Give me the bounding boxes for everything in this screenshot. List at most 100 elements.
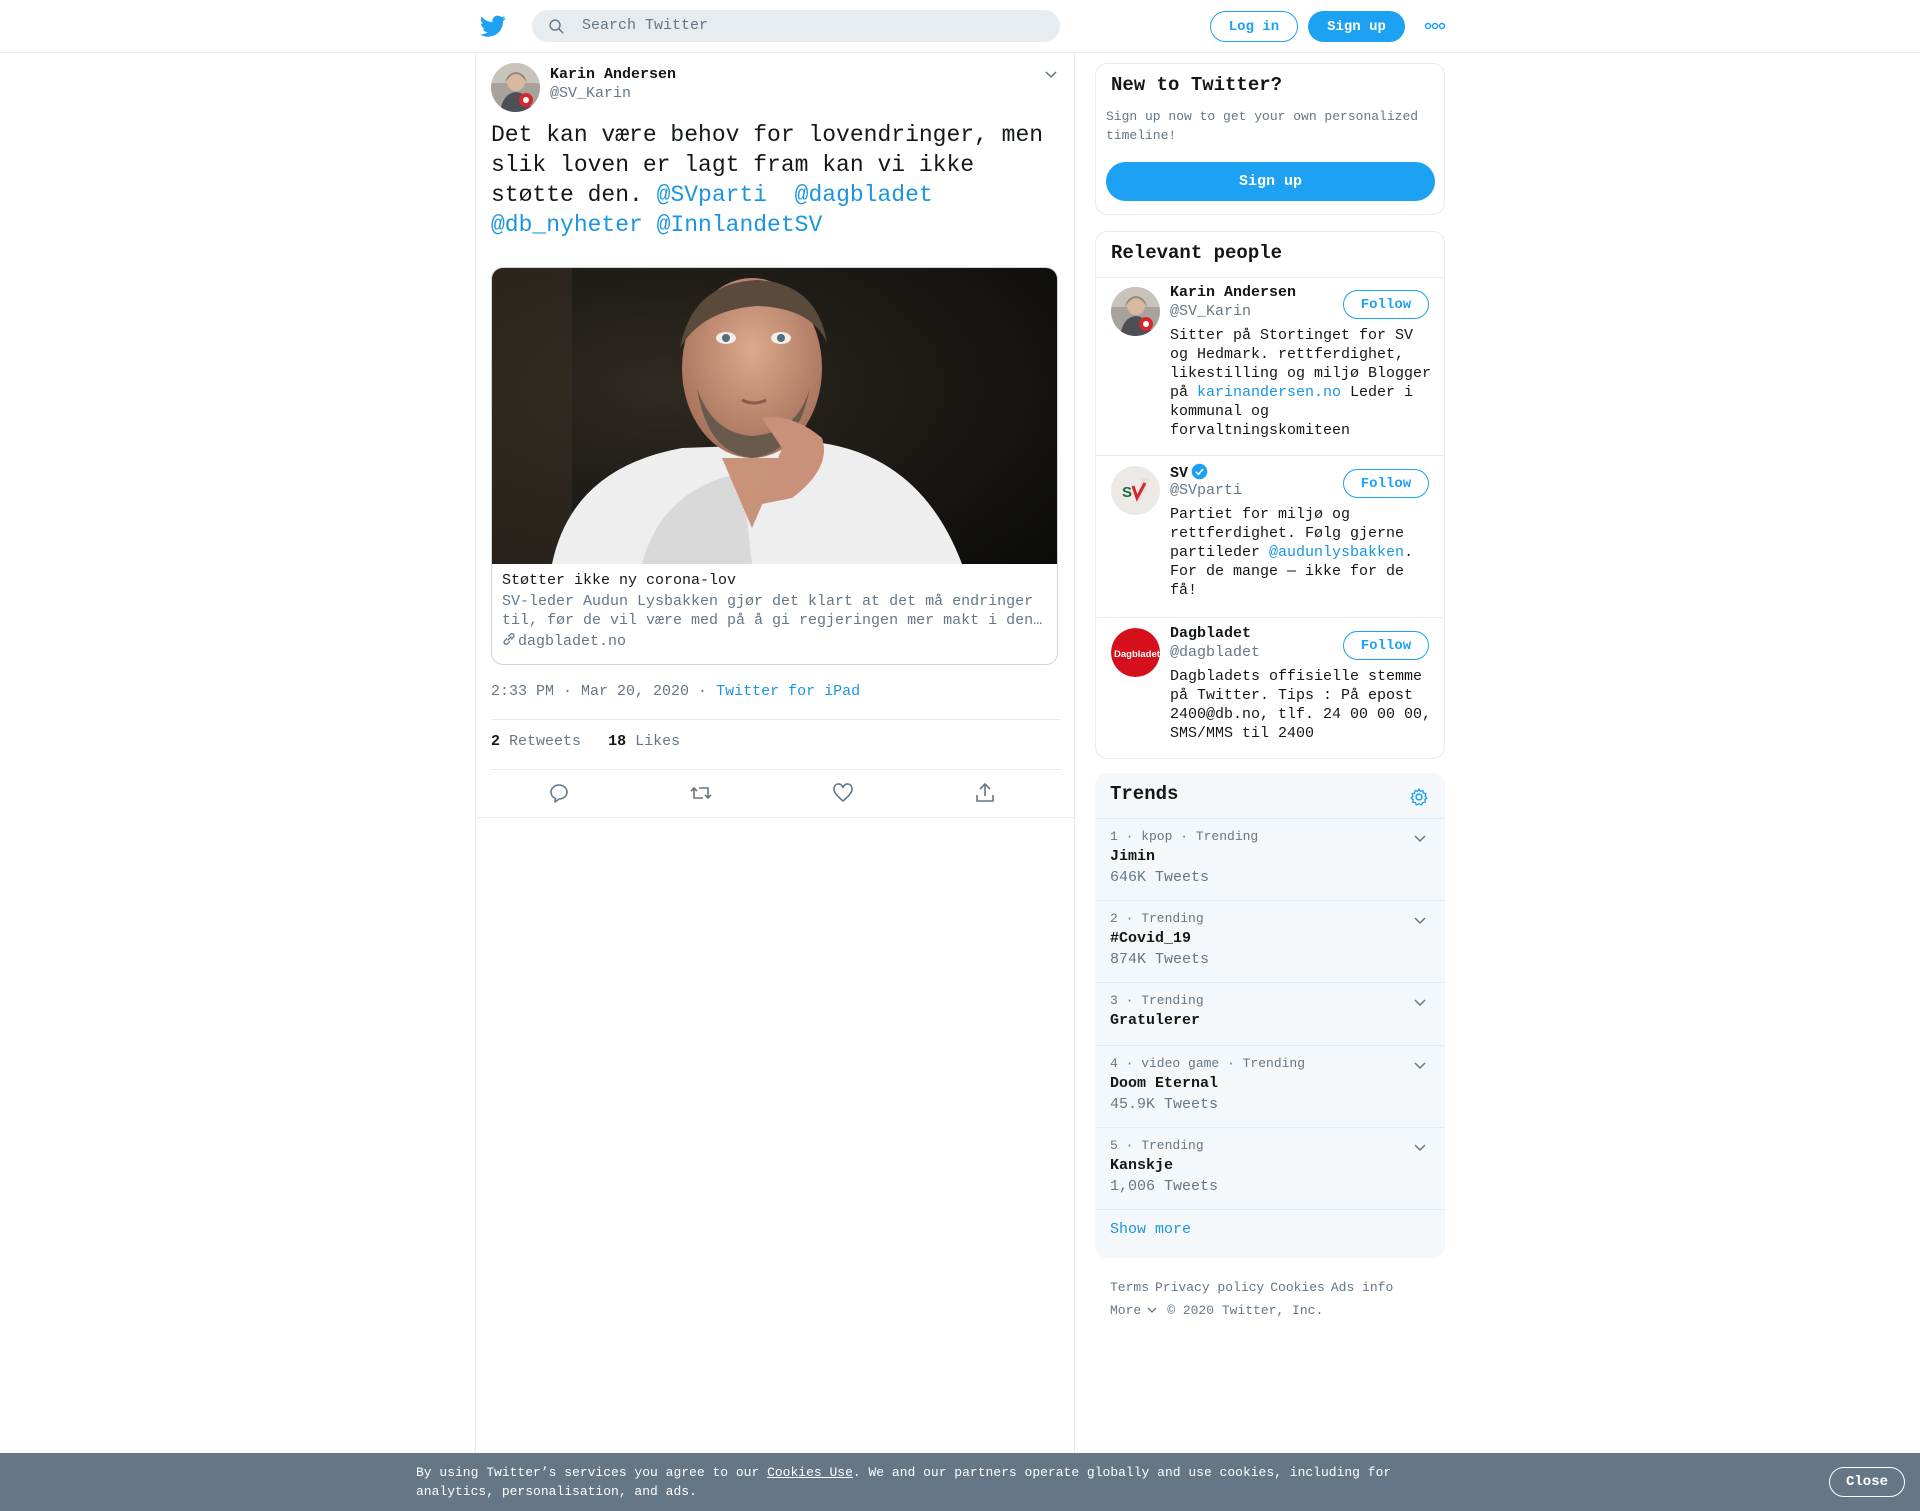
author-avatar[interactable] [491, 63, 540, 112]
person-card[interactable]: Dagbladet Dagbladet @dagbladet Follow Da… [1096, 618, 1444, 758]
tweet-source-link[interactable]: Twitter for iPad [716, 683, 860, 700]
tweet-text: Det kan være behov for lovendringer, men… [491, 120, 1061, 240]
footer-more-button[interactable]: More [1110, 1303, 1147, 1318]
trend-name[interactable]: Doom Eternal [1110, 1075, 1218, 1092]
module-subtitle: Sign up now to get your own personalized… [1106, 109, 1419, 143]
chevron-down-icon[interactable] [1413, 997, 1427, 1007]
person-card[interactable]: Karin Andersen @SV_Karin Follow Sitter p… [1096, 277, 1444, 455]
trend-item[interactable]: 4 · video game · Trending Doom Eternal 4… [1095, 1045, 1445, 1127]
person-handle[interactable]: @SVparti [1170, 482, 1242, 499]
trend-meta: 1 · kpop · Trending [1110, 829, 1259, 844]
chevron-down-icon[interactable] [1413, 1142, 1427, 1152]
search-input[interactable]: Search Twitter [582, 17, 708, 34]
divider [491, 719, 1061, 720]
person-avatar[interactable] [1111, 287, 1160, 336]
tweet-detail-column: Karin Andersen @SV_Karin Det kan være be… [475, 53, 1076, 1453]
chevron-down-icon[interactable] [1413, 833, 1427, 843]
footer-link-ads[interactable]: Ads info [1331, 1280, 1393, 1295]
chevron-down-icon[interactable] [1413, 1060, 1427, 1070]
share-icon[interactable] [973, 781, 997, 805]
trend-name[interactable]: #Covid_19 [1110, 930, 1191, 947]
trends-module: Trends 1 · kpop · Trending Jimin 646K Tw… [1095, 773, 1445, 1258]
relevant-people-module: Relevant people Karin Andersen @SV_Karin… [1095, 231, 1445, 759]
more-options-icon[interactable] [1424, 20, 1446, 32]
trend-meta: 4 · video game · Trending [1110, 1056, 1306, 1071]
gear-icon[interactable] [1409, 787, 1429, 807]
mention-link[interactable]: @dagbladet [795, 182, 933, 208]
person-handle[interactable]: @SV_Karin [1170, 303, 1251, 320]
trend-count: 646K Tweets [1110, 869, 1210, 886]
person-name[interactable]: SV [1170, 463, 1208, 482]
footer-link-terms[interactable]: Terms [1110, 1280, 1149, 1295]
verified-badge-icon [1191, 463, 1208, 480]
cookies-use-link[interactable]: Cookies Use [767, 1465, 853, 1480]
trend-count: 45.9K Tweets [1110, 1096, 1219, 1113]
footer-link-cookies[interactable]: Cookies [1270, 1280, 1325, 1295]
cookie-consent-bar: By using Twitter’s services you agree to… [0, 1453, 1920, 1511]
signup-button-header[interactable]: Sign up [1308, 11, 1405, 42]
person-name-text: SV [1170, 465, 1189, 482]
close-button[interactable]: Close [1829, 1467, 1905, 1497]
module-title: New to Twitter? [1111, 74, 1283, 96]
chevron-down-icon[interactable] [1413, 915, 1427, 925]
retweets-count: 2 [491, 733, 501, 750]
trend-item[interactable]: 2 · Trending #Covid_19 874K Tweets [1095, 900, 1445, 982]
follow-button[interactable]: Follow [1343, 631, 1429, 660]
twitter-logo-icon[interactable] [479, 13, 507, 39]
trend-item[interactable]: 3 · Trending Gratulerer [1095, 982, 1445, 1045]
mention-link[interactable]: @InnlandetSV [657, 212, 823, 238]
person-avatar[interactable]: S [1111, 466, 1160, 515]
person-bio-text: Dagbladets offisielle stemme på Twitter.… [1170, 668, 1432, 742]
follow-button[interactable]: Follow [1343, 290, 1429, 319]
person-handle[interactable]: @dagbladet [1170, 644, 1260, 661]
person-bio: Partiet for miljø og rettferdighet. Følg… [1170, 505, 1438, 600]
person-name[interactable]: Karin Andersen [1170, 284, 1296, 301]
author-name[interactable]: Karin Andersen [550, 66, 676, 83]
person-bio: Sitter på Stortinget for SV og Hedmark. … [1170, 326, 1438, 440]
trend-item[interactable]: 1 · kpop · Trending Jimin 646K Tweets [1095, 818, 1445, 900]
footer-link-privacy[interactable]: Privacy policy [1155, 1280, 1264, 1295]
likes-stat[interactable]: 18 Likes [608, 733, 680, 750]
trend-name[interactable]: Jimin [1110, 848, 1155, 865]
cookie-text: By using Twitter’s services you agree to… [416, 1463, 1396, 1501]
retweets-stat[interactable]: 2 Retweets [491, 733, 581, 750]
likes-label: Likes [635, 733, 681, 750]
card-domain[interactable]: dagbladet.no [502, 632, 626, 650]
trend-name[interactable]: Gratulerer [1110, 1012, 1200, 1029]
link-preview-card[interactable]: Støtter ikke ny corona-lov SV-leder Audu… [491, 267, 1058, 665]
card-title[interactable]: Støtter ikke ny corona-lov [502, 572, 736, 589]
login-button[interactable]: Log in [1210, 11, 1298, 42]
trend-name[interactable]: Kanskje [1110, 1157, 1173, 1174]
mention-link[interactable]: @db_nyheter [491, 212, 643, 238]
cookie-text-before: By using Twitter’s services you agree to… [416, 1465, 768, 1480]
retweets-label: Retweets [509, 733, 582, 750]
svg-text:S: S [1122, 484, 1132, 501]
bio-link[interactable]: karinandersen.no [1197, 384, 1341, 401]
person-avatar[interactable]: Dagbladet [1111, 628, 1160, 677]
retweet-icon[interactable] [689, 781, 713, 805]
chevron-down-icon[interactable] [1044, 69, 1058, 79]
trend-count: 874K Tweets [1110, 951, 1210, 968]
module-title: Trends [1110, 783, 1179, 805]
trend-count: 1,006 Tweets [1110, 1178, 1219, 1195]
divider [491, 769, 1061, 770]
copyright: © 2020 Twitter, Inc. [1167, 1303, 1324, 1318]
tweet-timestamp[interactable]: 2:33 PM · Mar 20, 2020 [491, 683, 689, 700]
tweet-metadata: 2:33 PM · Mar 20, 2020 · Twitter for iPa… [491, 683, 861, 700]
person-name[interactable]: Dagbladet [1170, 625, 1251, 642]
card-domain-text: dagbladet.no [518, 633, 627, 650]
reply-icon[interactable] [547, 781, 571, 805]
author-handle[interactable]: @SV_Karin [550, 85, 631, 102]
signup-button-sidebar[interactable]: Sign up [1106, 162, 1435, 201]
bio-link[interactable]: @audunlysbakken [1269, 544, 1404, 561]
show-more-link[interactable]: Show more [1110, 1221, 1191, 1238]
trend-item[interactable]: 5 · Trending Kanskje 1,006 Tweets [1095, 1127, 1445, 1209]
person-card[interactable]: S SV @SVparti Follow Partiet for miljø o… [1096, 456, 1444, 617]
like-heart-icon[interactable] [831, 781, 855, 805]
chevron-down-icon[interactable] [1147, 1306, 1157, 1314]
follow-button[interactable]: Follow [1343, 469, 1429, 498]
link-icon [503, 633, 515, 645]
mention-link[interactable]: @SVparti [657, 182, 767, 208]
search-box[interactable]: Search Twitter [532, 10, 1060, 42]
top-navigation-bar: Search Twitter Log in Sign up [0, 0, 1920, 53]
